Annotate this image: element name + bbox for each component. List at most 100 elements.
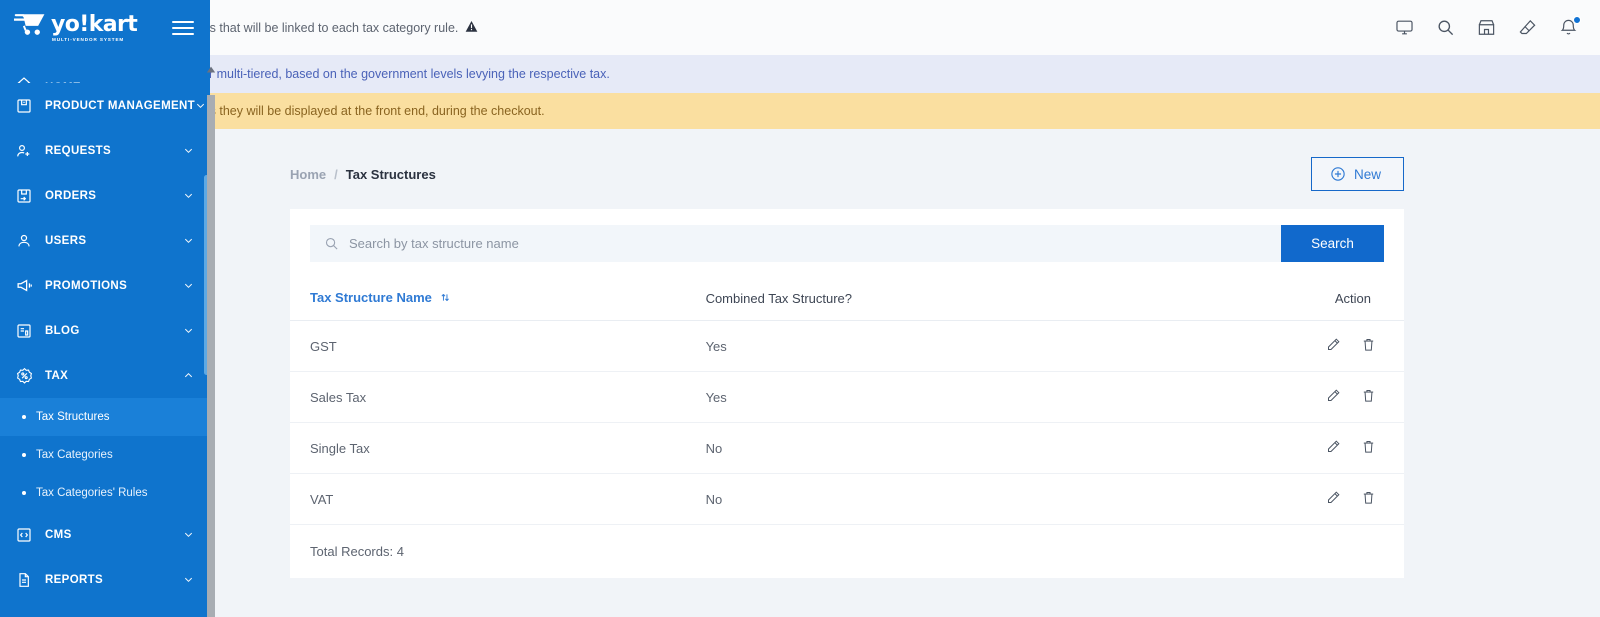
delete-icon[interactable]	[1361, 337, 1376, 355]
cell-combined: Yes	[705, 320, 1311, 372]
column-header-tax-structure-name: Tax Structure Name	[290, 276, 706, 321]
sidebar-item-label-cms: CMS	[45, 528, 72, 541]
notification-badge	[1573, 16, 1581, 24]
edit-icon[interactable]	[1326, 337, 1341, 355]
bullet-icon	[22, 453, 26, 457]
screen-icon[interactable]	[1395, 18, 1414, 37]
page-header: Home / Tax Structures New	[215, 129, 1600, 191]
brand-row: yo!kart MULTI-VENDOR SYSTEM	[0, 0, 210, 55]
chevron-down-icon	[184, 577, 193, 583]
topbar-icons	[1395, 0, 1581, 55]
search-box[interactable]	[310, 225, 1281, 262]
sidebar-item-blog[interactable]: BLOG	[0, 308, 210, 353]
edit-icon[interactable]	[1326, 490, 1341, 508]
chevron-down-icon	[184, 532, 193, 538]
search-button[interactable]: Search	[1281, 225, 1384, 262]
sidebar-item-tax[interactable]: TAX	[0, 353, 210, 398]
table-body: GST Yes Sales Tax Yes Single Tax No VAT …	[290, 320, 1404, 525]
home-icon	[14, 74, 34, 83]
sidebar-subitem-tax-categories[interactable]: Tax Categories	[0, 436, 210, 474]
user-plus-icon	[14, 141, 34, 161]
sidebar-item-label-requests: REQUESTS	[45, 144, 112, 157]
search-row: Search	[290, 209, 1404, 276]
eraser-icon[interactable]	[1518, 18, 1537, 37]
chevron-down-icon	[184, 238, 193, 244]
cell-tax-structure-name: GST	[290, 320, 706, 372]
warning-banner: correct names as they will be displayed …	[0, 93, 1600, 129]
chevron-down-icon	[196, 103, 205, 109]
sidebar-subitem-label-tax-structures: Tax Structures	[36, 411, 110, 423]
sidebar-item-home[interactable]: HOME	[0, 55, 210, 83]
chevron-up-icon	[184, 372, 193, 378]
table-header: Tax Structure Name Combined Tax Structur…	[290, 276, 1404, 321]
sidebar-item-users[interactable]: USERS	[0, 218, 210, 263]
cell-actions	[1310, 422, 1404, 474]
sort-link-tax-structure-name[interactable]: Tax Structure Name	[310, 290, 432, 305]
document-icon	[14, 570, 34, 590]
sort-updown-icon[interactable]	[440, 291, 450, 306]
megaphone-icon	[14, 276, 34, 296]
edit-icon[interactable]	[1326, 388, 1341, 406]
sidebar-item-reports[interactable]: REPORTS	[0, 557, 210, 602]
delete-icon[interactable]	[1361, 388, 1376, 406]
sidebar-item-label-tax: TAX	[45, 369, 69, 382]
edit-icon[interactable]	[1326, 439, 1341, 457]
cell-actions	[1310, 371, 1404, 423]
chevron-down-icon	[184, 193, 193, 199]
admin-page: the tax structures that will be linked t…	[0, 0, 1600, 617]
table-row[interactable]: GST Yes	[290, 320, 1404, 372]
sidebar-item-requests[interactable]: REQUESTS	[0, 128, 210, 173]
cell-tax-structure-name: Sales Tax	[290, 371, 706, 423]
sidebar-item-orders[interactable]: ORDERS	[0, 173, 210, 218]
sidebar-item-label-product-management: PRODUCT MANAGEMENT	[45, 99, 196, 112]
blog-icon	[14, 321, 34, 341]
order-box-icon	[14, 186, 34, 206]
cell-actions	[1310, 473, 1404, 525]
breadcrumb: Home / Tax Structures	[290, 167, 436, 182]
new-button[interactable]: New	[1310, 157, 1404, 191]
sidebar-subitem-tax-categories-rules[interactable]: Tax Categories' Rules	[0, 474, 210, 512]
warning-triangle-icon	[465, 20, 478, 36]
sidebar: yo!kart MULTI-VENDOR SYSTEM HOME	[0, 0, 210, 617]
sidebar-subitem-label-tax-categories: Tax Categories	[36, 449, 113, 461]
new-button-label: New	[1353, 166, 1381, 182]
delete-icon[interactable]	[1361, 439, 1376, 457]
shopping-cart-icon	[12, 12, 48, 43]
table-row[interactable]: VAT No	[290, 473, 1404, 525]
table-row[interactable]: Single Tax No	[290, 422, 1404, 474]
bullet-icon	[22, 491, 26, 495]
sidebar-item-label-reports: REPORTS	[45, 573, 104, 586]
breadcrumb-separator: /	[334, 166, 338, 182]
chevron-down-icon	[184, 328, 193, 334]
search-icon	[324, 236, 339, 251]
code-icon	[14, 525, 34, 545]
note-banner: e single-tiered or multi-tiered, based o…	[0, 55, 1600, 93]
logo[interactable]: yo!kart MULTI-VENDOR SYSTEM	[12, 12, 138, 43]
page-scrollbar-thumb[interactable]	[207, 95, 215, 617]
scroll-up-arrow-icon[interactable]	[206, 62, 216, 73]
sidebar-item-label-promotions: PROMOTIONS	[45, 279, 128, 292]
hamburger-menu-icon[interactable]	[172, 17, 194, 39]
box-icon	[14, 96, 34, 116]
bell-icon[interactable]	[1559, 16, 1581, 37]
delete-icon[interactable]	[1361, 490, 1376, 508]
chevron-down-icon	[184, 283, 193, 289]
breadcrumb-home[interactable]: Home	[290, 167, 326, 182]
chevron-down-icon	[184, 148, 193, 154]
sidebar-item-cms[interactable]: CMS	[0, 512, 210, 557]
circle-plus-icon	[1330, 166, 1346, 182]
bullet-icon	[22, 415, 26, 419]
sidebar-subitem-tax-structures[interactable]: Tax Structures	[0, 398, 210, 436]
sidebar-item-label-users: USERS	[45, 234, 87, 247]
search-input[interactable]	[349, 236, 1281, 251]
logo-text: yo!kart	[51, 12, 138, 38]
table-row[interactable]: Sales Tax Yes	[290, 371, 1404, 423]
storefront-icon[interactable]	[1477, 18, 1496, 37]
sidebar-item-product-management[interactable]: PRODUCT MANAGEMENT	[0, 83, 210, 128]
page-title: Tax Structures	[345, 166, 436, 182]
column-header-combined-tax-structure: Combined Tax Structure?	[705, 276, 1311, 321]
sidebar-item-promotions[interactable]: PROMOTIONS	[0, 263, 210, 308]
cell-combined: No	[705, 422, 1311, 474]
search-icon[interactable]	[1436, 18, 1455, 37]
sidebar-item-label-blog: BLOG	[45, 324, 80, 337]
